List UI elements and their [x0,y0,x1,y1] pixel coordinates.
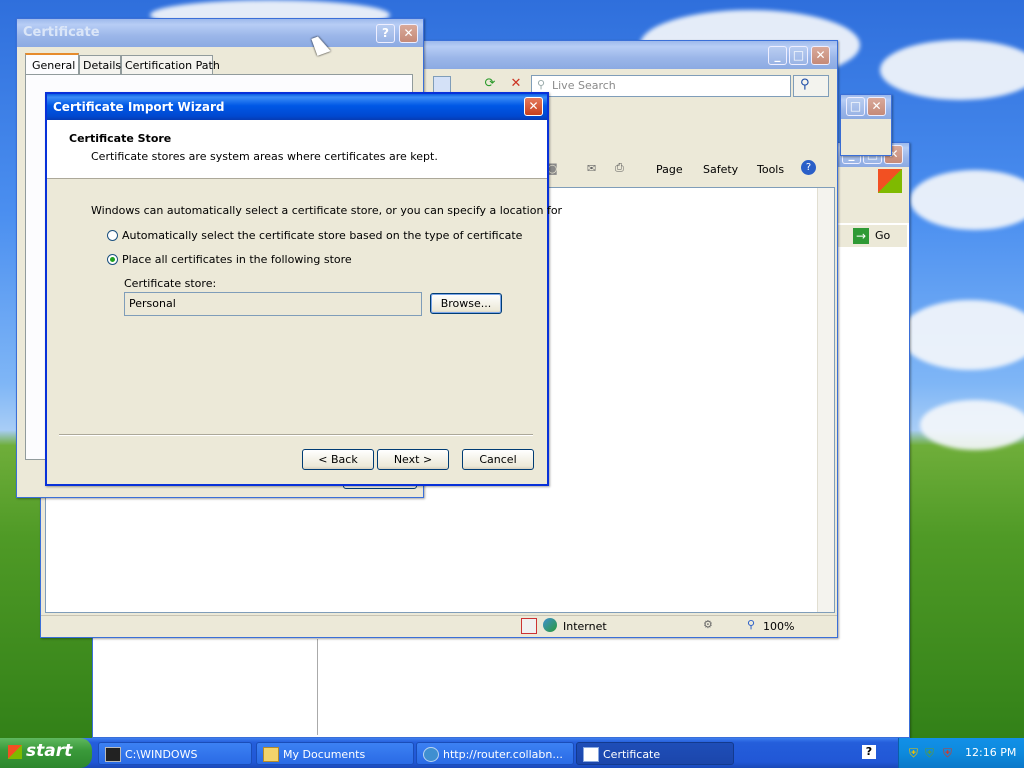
cloud [910,170,1024,230]
back-button[interactable]: < Back [302,449,374,470]
wizard-header: Certificate Store Certificate stores are… [47,120,547,179]
scrollbar[interactable] [817,188,834,612]
store-value: Personal [129,297,176,310]
cloud [920,400,1024,450]
tab-certification-path-label: Certification Path [125,59,220,72]
search-input[interactable]: ⚲ Live Search [531,75,791,97]
wizard-heading: Certificate Store [69,132,172,145]
auto-select-label[interactable]: Automatically select the certificate sto… [122,229,522,242]
background-window: ✕ □ [840,94,892,156]
safety-menu[interactable]: Safety [703,163,738,176]
zone-label: Internet [563,620,607,633]
next-button[interactable]: Next > [377,449,449,470]
help-icon[interactable]: ? [801,160,816,175]
ie-icon [423,747,439,762]
cloud [900,300,1024,370]
start-button[interactable]: start [0,738,92,768]
tab-details-label: Details [83,59,122,72]
certificate-title: Certificate [23,25,100,40]
wizard-intro: Windows can automatically select a certi… [91,204,563,217]
store-label: Certificate store: [124,277,217,290]
search-icon: ⚲ [537,78,546,91]
close-button[interactable]: ✕ [867,97,886,116]
cloud [880,40,1024,100]
minimize-button[interactable]: _ [768,46,787,65]
close-button[interactable]: ✕ [399,24,418,43]
system-tray: ⛨ ⛨ ⛨ 12:16 PM [898,738,1024,768]
import-wizard: Certificate Import Wizard ✕ Certificate … [45,92,562,486]
tools-menu[interactable]: Tools [757,163,784,176]
go-arrow-icon[interactable]: → [853,228,869,244]
tab-details[interactable]: Details [79,55,121,74]
certificate-titlebar: Certificate [17,19,423,47]
wizard-title: Certificate Import Wizard [53,100,225,114]
start-label: start [26,741,73,761]
taskbar-item-label: http://router.collabn... [443,748,563,761]
windows-logo-icon [878,169,902,193]
windows-flag-icon [8,745,22,759]
taskbar-item-label: My Documents [283,748,366,761]
window-icon [583,747,599,762]
close-button[interactable]: ✕ [524,97,543,116]
help-icon[interactable]: ? [862,745,876,759]
popup-blocked-icon[interactable] [521,618,537,634]
mail-icon[interactable]: ✉ [587,162,596,175]
help-button[interactable]: ? [376,24,395,43]
network-icon[interactable]: ⛨ [925,746,934,761]
console-icon [105,747,121,762]
globe-icon [543,618,557,632]
print-icon[interactable]: ⎙ [615,161,624,175]
maximize-button[interactable]: □ [789,46,808,65]
taskbar-item-certificate[interactable]: Certificate [576,742,734,765]
taskbar-item-windows[interactable]: C:\WINDOWS [98,742,252,765]
clock: 12:16 PM [965,746,1017,759]
zoom-icon: ⚲ [747,618,756,631]
protected-mode-icon[interactable]: ⚙ [703,618,713,631]
place-store-label[interactable]: Place all certificates in the following … [122,253,352,266]
search-button[interactable]: ⚲ [793,75,829,97]
separator [59,434,533,436]
taskbar-item-label: Certificate [603,748,661,761]
page-menu[interactable]: Page [656,163,683,176]
taskbar-item-label: C:\WINDOWS [125,748,198,761]
go-button[interactable]: Go [875,229,890,242]
wizard-subheading: Certificate stores are system areas wher… [91,150,438,163]
search-placeholder: Live Search [552,79,616,92]
explorer-left-pane [111,639,318,735]
go-area: → Go [833,225,907,247]
cancel-button[interactable]: Cancel [462,449,534,470]
maximize-button[interactable]: □ [846,97,865,116]
taskbar-item-ie[interactable]: http://router.collabn... [416,742,574,765]
alert-shield-icon[interactable]: ⛨ [943,746,952,761]
magnifier-icon: ⚲ [800,77,810,92]
auto-select-radio[interactable] [107,230,118,241]
close-button[interactable]: ✕ [811,46,830,65]
tab-certification-path[interactable]: Certification Path [121,55,220,74]
ie-statusbar: Internet ⚙ ⚲ 100% [41,615,837,636]
taskbar-item-my-documents[interactable]: My Documents [256,742,414,765]
security-shield-icon[interactable]: ⛨ [909,746,918,761]
place-store-radio[interactable] [107,254,118,265]
tab-general-label: General [32,59,76,72]
browse-button[interactable]: Browse... [430,293,502,314]
store-field[interactable]: Personal [124,292,422,316]
folder-icon [263,747,279,762]
wizard-titlebar: Certificate Import Wizard [47,94,547,120]
zoom-level[interactable]: 100% [763,620,794,633]
